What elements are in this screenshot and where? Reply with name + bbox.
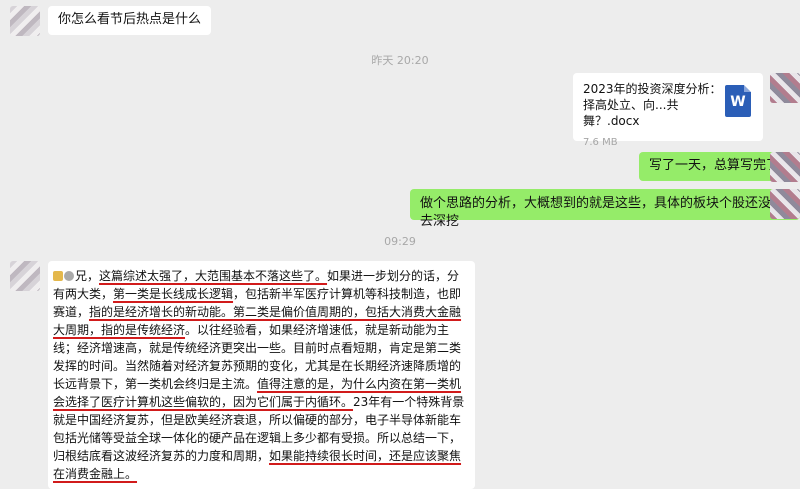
contact-avatar[interactable] (10, 6, 40, 36)
message-bubble: 你怎么看节后热点是什么 (48, 6, 212, 35)
message-bubble: 写了一天，总算写完了 (639, 152, 790, 181)
message-text: 做个思路的分析，大概想到的就是这些，具体的板块个股还没有去深挖 (420, 196, 785, 229)
emoji-icon (64, 271, 74, 281)
file-size: 7.6 MB (583, 137, 618, 148)
file-attachment[interactable]: 2023年的投资深度分析：择高处立、向...共舞？.docx 7.6 MB W (573, 73, 763, 148)
self-avatar[interactable] (770, 152, 800, 182)
contact-avatar[interactable] (10, 261, 40, 291)
thumbs-up-icon (53, 271, 63, 281)
message-text: 写了一天，总算写完了 (649, 158, 780, 173)
timestamp: 昨天 20:20 (371, 54, 429, 67)
timestamp: 09:29 (384, 235, 416, 248)
self-avatar[interactable] (770, 73, 800, 103)
message-text: 兄，这篇综述太强了，大范围基本不落这些了。如果进一步划分的话，分有两大类，第一类… (53, 269, 465, 481)
message-bubble: 兄，这篇综述太强了，大范围基本不落这些了。如果进一步划分的话，分有两大类，第一类… (48, 261, 475, 489)
message-bubble: 做个思路的分析，大概想到的就是这些，具体的板块个股还没有去深挖 (410, 189, 800, 229)
file-name: 2023年的投资深度分析：择高处立、向...共舞？.docx (583, 82, 722, 128)
message-text: 你怎么看节后热点是什么 (58, 12, 202, 27)
self-avatar[interactable] (770, 189, 800, 219)
word-document-icon: W (725, 85, 751, 117)
